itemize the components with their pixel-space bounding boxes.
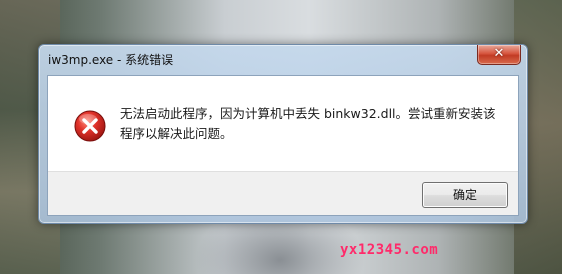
system-error-dialog: iw3mp.exe - 系统错误 ✕ 无法启动此程序，因为计算机中丢失 bink… [38, 44, 528, 224]
message-area: 无法启动此程序，因为计算机中丢失 binkw32.dll。尝试重新安装该程序以解… [48, 76, 518, 172]
button-bar: 确定 [48, 171, 518, 215]
dialog-client-area: 无法启动此程序，因为计算机中丢失 binkw32.dll。尝试重新安装该程序以解… [47, 75, 519, 216]
ok-button[interactable]: 确定 [422, 182, 508, 208]
error-message: 无法启动此程序，因为计算机中丢失 binkw32.dll。尝试重新安装该程序以解… [120, 106, 496, 141]
desktop-background: iw3mp.exe - 系统错误 ✕ 无法启动此程序，因为计算机中丢失 bink… [0, 0, 562, 274]
close-button[interactable]: ✕ [477, 45, 521, 65]
window-title: iw3mp.exe - 系统错误 [48, 53, 174, 67]
title-bar[interactable]: iw3mp.exe - 系统错误 ✕ [39, 45, 527, 73]
site-watermark: yx12345.com [340, 242, 439, 258]
close-icon: ✕ [493, 46, 505, 61]
error-icon [74, 110, 106, 142]
